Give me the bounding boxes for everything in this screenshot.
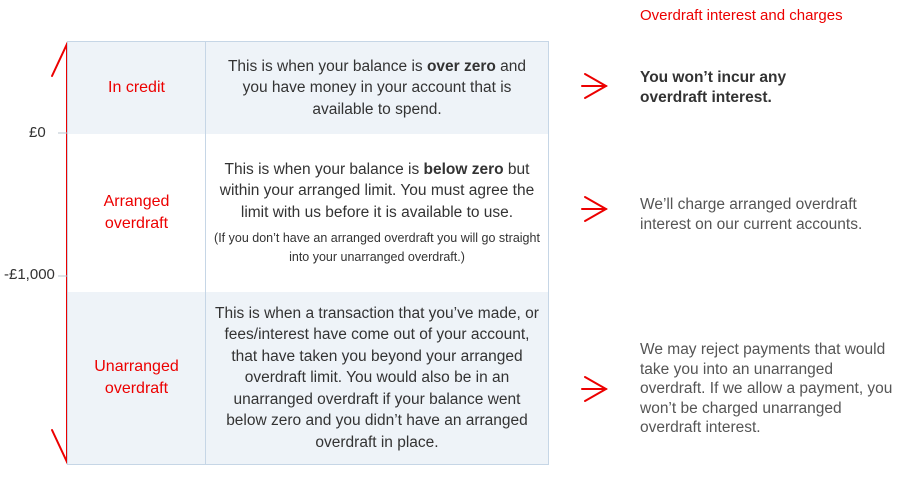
desc-text-pre: This is when your balance is [227, 57, 427, 75]
result-arrow-unarranged [581, 376, 609, 402]
row-in-credit: In credit This is when your balance is o… [68, 42, 548, 134]
desc-text-pre: This is when a transaction that you’ve m… [215, 304, 539, 451]
row-desc-in-credit: This is when your balance is over zero a… [205, 42, 548, 134]
row-label-in-credit: In credit [108, 79, 165, 96]
desc-text-bold: over zero [426, 57, 496, 75]
row-label-unarranged: Unarranged overdraft [94, 358, 179, 397]
row-desc-arranged: This is when your balance is below zero … [205, 134, 548, 292]
row-unarranged-overdraft: Unarranged overdraft This is when a tran… [68, 292, 548, 464]
row-desc-unarranged: This is when a transaction that you’ve m… [205, 292, 548, 464]
desc-text-bold: below zero [423, 160, 504, 178]
row-desc-text: This is when your balance is over zero a… [214, 56, 540, 121]
overdraft-table: In credit This is when your balance is o… [67, 41, 549, 465]
result-arrow-in-credit [581, 73, 609, 99]
result-arranged: We’ll charge arranged overdraft interest… [640, 196, 863, 233]
limit-label: -£1,000 [4, 266, 55, 283]
row-label-arranged: Arranged overdraft [103, 193, 170, 232]
row-desc-text: This is when your balance is below zero … [214, 159, 540, 224]
row-arranged-overdraft: Arranged overdraft This is when your bal… [68, 134, 548, 292]
row-note-arranged: (If you don’t have an arranged overdraft… [214, 231, 540, 265]
result-arrow-arranged [581, 196, 609, 222]
result-in-credit: You won’t incur any overdraft interest. [640, 69, 787, 106]
row-desc-text: This is when a transaction that you’ve m… [214, 303, 540, 454]
desc-text-pre: This is when your balance is [224, 160, 424, 178]
zero-label: £0 [29, 124, 46, 141]
result-unarranged: We may reject payments that would take y… [640, 341, 893, 436]
